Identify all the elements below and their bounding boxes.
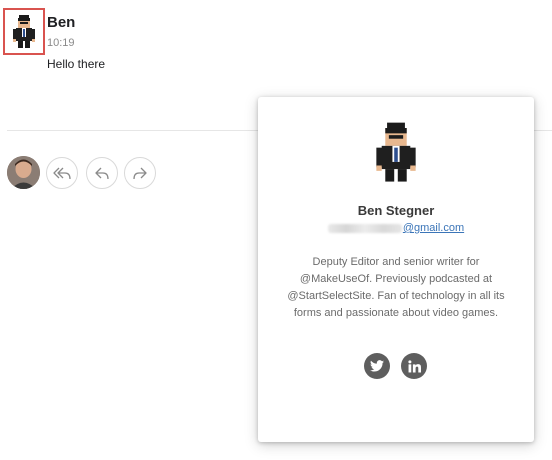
email-redacted bbox=[327, 223, 402, 233]
email-domain[interactable]: @gmail.com bbox=[403, 222, 464, 234]
forward-button[interactable] bbox=[124, 157, 156, 189]
forward-icon bbox=[133, 167, 147, 180]
message-time: 10:19 bbox=[47, 37, 75, 49]
profile-name: Ben Stegner bbox=[357, 203, 435, 218]
reply-all-button[interactable] bbox=[46, 157, 78, 189]
twitter-button[interactable] bbox=[364, 353, 390, 379]
linkedin-icon bbox=[407, 359, 421, 372]
profile-avatar-icon bbox=[376, 122, 416, 182]
user-avatar[interactable] bbox=[7, 156, 40, 189]
sender-name[interactable]: Ben bbox=[47, 14, 75, 31]
sender-avatar-icon[interactable] bbox=[10, 14, 38, 50]
profile-email[interactable]: @gmail.com bbox=[258, 222, 534, 234]
message-body: Hello there bbox=[47, 57, 106, 71]
profile-bio: Deputy Editor and senior writer for @Mak… bbox=[287, 256, 505, 319]
linkedin-button[interactable] bbox=[401, 353, 427, 379]
reply-icon bbox=[95, 167, 109, 180]
profile-card: Ben Stegner @gmail.com Deputy Editor and… bbox=[258, 97, 534, 442]
reply-button[interactable] bbox=[86, 157, 118, 189]
twitter-icon bbox=[370, 360, 384, 372]
reply-all-icon bbox=[53, 167, 71, 180]
